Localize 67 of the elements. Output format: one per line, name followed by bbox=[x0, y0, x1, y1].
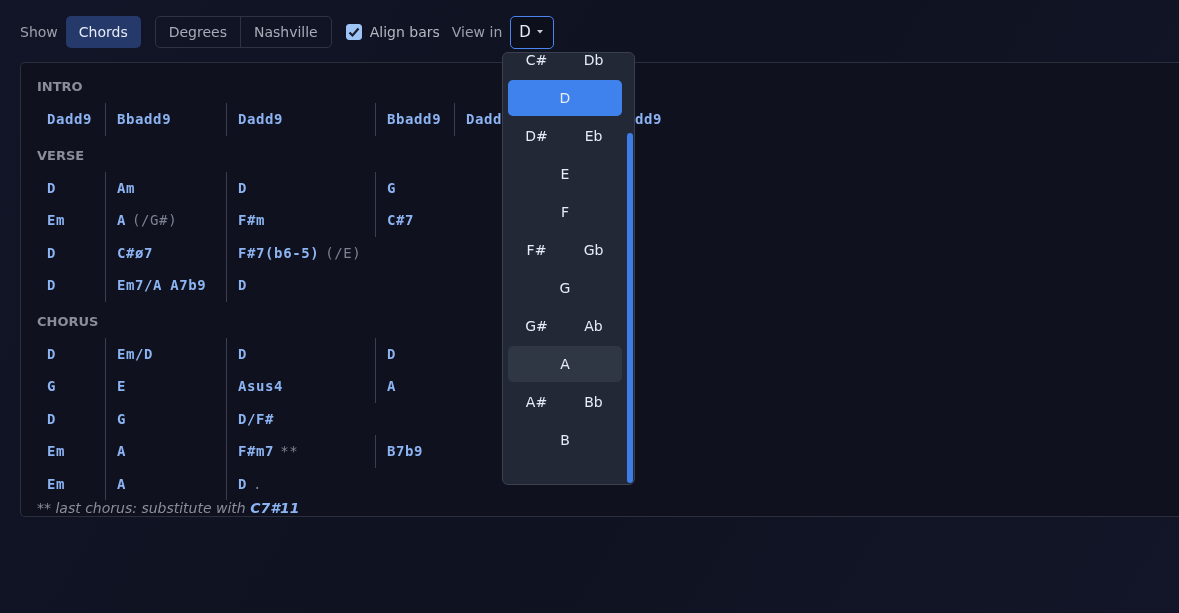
key-option[interactable]: E bbox=[508, 156, 622, 192]
chord: Bbadd9 bbox=[117, 111, 172, 128]
chord: Em bbox=[47, 443, 66, 460]
chord: D bbox=[387, 345, 397, 362]
chord: D bbox=[47, 345, 57, 362]
footnote: ** last chorus: substitute with C7#11 bbox=[37, 500, 300, 516]
chord: A bbox=[117, 212, 127, 229]
chord: F#m7 bbox=[238, 443, 275, 460]
section-title: CHORUS bbox=[37, 312, 99, 331]
chord: A bbox=[117, 475, 127, 492]
chord: D bbox=[238, 475, 248, 492]
key-option[interactable]: F bbox=[508, 194, 622, 230]
scrollbar[interactable] bbox=[627, 133, 633, 483]
chord: Dadd bbox=[466, 111, 503, 128]
show-label: Show bbox=[20, 24, 58, 40]
chord-note: ** bbox=[280, 443, 299, 460]
chord: A7b9 bbox=[170, 277, 207, 294]
chord: Am bbox=[117, 179, 136, 196]
chord: Dadd9 bbox=[47, 111, 93, 128]
chord: D bbox=[238, 179, 248, 196]
key-option[interactable]: G bbox=[508, 270, 622, 306]
chord: Dadd9 bbox=[238, 111, 284, 128]
key-option[interactable]: C# Db bbox=[508, 53, 622, 78]
mode-tab[interactable]: Nashville bbox=[239, 17, 331, 47]
chord: Asus4 bbox=[238, 378, 284, 395]
chord: E bbox=[117, 378, 127, 395]
chord: dd9 bbox=[635, 111, 663, 128]
key-option[interactable]: B bbox=[508, 422, 622, 458]
chord: Em bbox=[47, 212, 66, 229]
checkbox-label: Align bars bbox=[369, 24, 440, 40]
section-title: VERSE bbox=[37, 146, 85, 165]
chord: C#7 bbox=[387, 212, 415, 229]
chord-note: (/G#) bbox=[132, 212, 178, 229]
chord: D bbox=[47, 179, 57, 196]
key-option[interactable]: F# Gb bbox=[508, 232, 622, 268]
chord: F#m bbox=[238, 212, 266, 229]
chord: G bbox=[387, 179, 397, 196]
key-option[interactable]: G# Ab bbox=[508, 308, 622, 344]
caret-icon bbox=[536, 30, 543, 34]
chord: D/F# bbox=[238, 410, 275, 427]
chord: B7b9 bbox=[387, 443, 424, 460]
chord: A bbox=[387, 378, 397, 395]
chord: G bbox=[117, 410, 127, 427]
chord: Em bbox=[47, 475, 66, 492]
chord: D bbox=[238, 277, 248, 294]
section-title: INTRO bbox=[37, 78, 83, 96]
checkbox[interactable] bbox=[345, 24, 362, 40]
key-select[interactable]: D bbox=[510, 15, 554, 49]
chord: F#7(b6-5) bbox=[238, 244, 320, 261]
chord: Em7/A bbox=[117, 277, 163, 294]
chord: D bbox=[238, 345, 248, 362]
chord: D bbox=[47, 277, 57, 294]
key-option[interactable]: A# Bb bbox=[508, 384, 622, 420]
chord: A bbox=[117, 443, 127, 460]
mode-tab[interactable]: Degrees bbox=[155, 17, 240, 47]
chord: Em/D bbox=[117, 345, 154, 362]
chord: C#ø7 bbox=[117, 244, 154, 261]
chord-note: . bbox=[253, 475, 263, 492]
key-option[interactable]: A bbox=[508, 346, 622, 382]
key-option[interactable]: D# Eb bbox=[508, 118, 622, 154]
chord: D bbox=[47, 410, 57, 427]
chord: G bbox=[47, 378, 57, 395]
chord: D bbox=[47, 244, 57, 261]
chord-note: (/E) bbox=[325, 244, 362, 261]
chord: Bbadd9 bbox=[387, 111, 442, 128]
view-in-label: View in bbox=[451, 24, 503, 40]
mode-tab[interactable]: Chords bbox=[65, 16, 141, 48]
